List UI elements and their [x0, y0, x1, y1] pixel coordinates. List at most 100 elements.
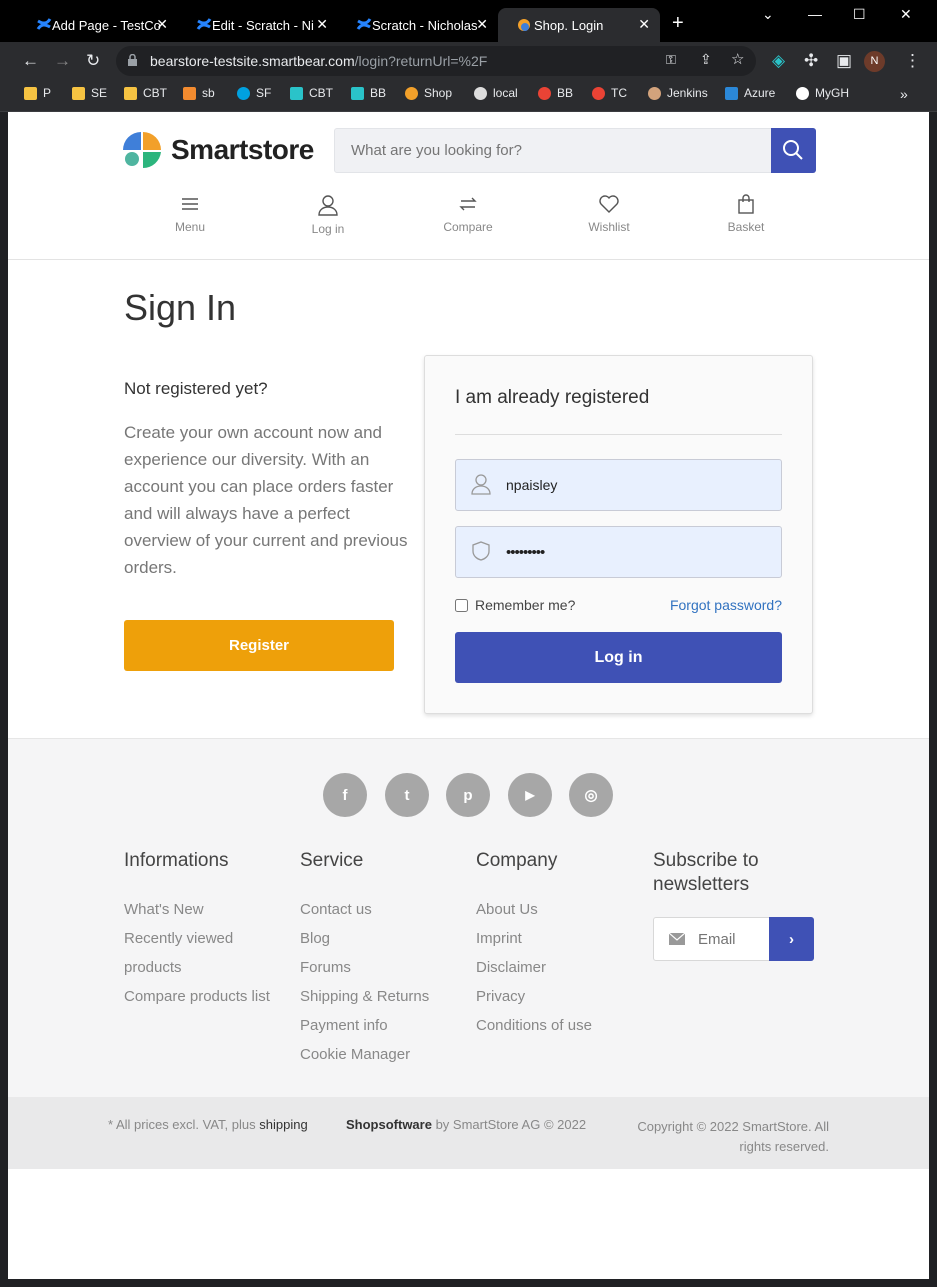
username-input[interactable]	[506, 460, 766, 510]
footer-link[interactable]: Disclaimer	[476, 953, 646, 982]
footer-link[interactable]: Shipping & Returns	[300, 982, 470, 1011]
lock-icon	[128, 54, 137, 66]
new-tab-icon[interactable]: +	[672, 12, 684, 35]
close-icon[interactable]: ✕	[156, 16, 168, 33]
footer-link[interactable]: What's New	[124, 895, 294, 924]
tab-edit-scratch[interactable]: Edit - Scratch - Ni ✕	[178, 8, 338, 42]
omnibox[interactable]: bearstore-testsite.smartbear.com/login?r…	[116, 46, 756, 76]
nav-compare[interactable]: Compare	[428, 194, 508, 234]
not-registered-text: Create your own account now and experien…	[124, 423, 408, 577]
nav-label: Basket	[727, 220, 765, 234]
star-icon[interactable]: ☆	[731, 50, 744, 68]
footer-link[interactable]: Payment info	[300, 1011, 470, 1040]
bookmark-item[interactable]: BB	[351, 86, 386, 100]
username-field	[455, 459, 782, 511]
logo[interactable]: Smartstore	[123, 132, 314, 168]
footer-col-service: Service Contact us Blog Forums Shipping …	[300, 849, 470, 1069]
more-bookmarks-icon[interactable]: »	[900, 86, 908, 102]
footer-link[interactable]: Forums	[300, 953, 470, 982]
bookmark-item[interactable]: Jenkins	[648, 86, 708, 100]
close-icon[interactable]: ✕	[638, 16, 650, 33]
twitter-icon[interactable]: t	[385, 773, 429, 817]
maximize-icon[interactable]: ☐	[853, 6, 866, 23]
google-icon	[592, 86, 605, 100]
footer-link[interactable]: Recently viewed products	[124, 924, 249, 982]
share-icon[interactable]: ⇪	[700, 51, 712, 68]
tab-shop-login[interactable]: Shop. Login ✕	[498, 8, 660, 42]
forgot-password-link[interactable]: Forgot password?	[670, 597, 782, 613]
nav-login[interactable]: Log in	[288, 194, 368, 236]
search-input[interactable]	[335, 129, 772, 172]
footer-link[interactable]: Imprint	[476, 924, 646, 953]
search-button[interactable]	[771, 128, 816, 173]
pinterest-icon[interactable]: p	[446, 773, 490, 817]
nav-wishlist[interactable]: Wishlist	[569, 194, 649, 234]
remember-me-checkbox[interactable]	[455, 598, 468, 612]
tab-scratch[interactable]: Scratch - Nicholas ✕	[338, 8, 498, 42]
forward-icon[interactable]: →	[54, 51, 71, 71]
profile-avatar[interactable]: N	[864, 51, 885, 72]
login-button[interactable]: Log in	[455, 632, 782, 683]
bookmark-item[interactable]: CBT	[290, 86, 333, 100]
bookmark-item[interactable]: Shop	[405, 86, 452, 100]
key-icon[interactable]: ⚿	[666, 52, 676, 68]
bookmark-item[interactable]: P	[24, 86, 51, 100]
remember-me[interactable]: Remember me?	[455, 597, 575, 613]
url-text: bearstore-testsite.smartbear.com/login?r…	[150, 53, 487, 69]
tab-search-icon[interactable]: ⌄	[762, 6, 774, 23]
bookmark-item[interactable]: SE	[72, 86, 107, 100]
reload-icon[interactable]: ↻	[86, 51, 100, 71]
minimize-icon[interactable]: —	[808, 6, 822, 22]
footer-link[interactable]: Compare products list	[124, 982, 294, 1011]
close-window-icon[interactable]: ✕	[900, 6, 912, 23]
footer-link[interactable]: Contact us	[300, 895, 470, 924]
nav-menu[interactable]: Menu	[150, 194, 230, 234]
github-icon	[796, 86, 809, 100]
chevron-right-icon: ›	[789, 930, 794, 948]
shopsoftware-link[interactable]: Shopsoftware	[346, 1117, 432, 1132]
footer-link[interactable]: Blog	[300, 924, 470, 953]
folder-icon	[24, 86, 37, 100]
confluence-icon	[196, 18, 212, 30]
password-field	[455, 526, 782, 578]
instagram-icon[interactable]: ◎	[569, 773, 613, 817]
bookmark-item[interactable]: TC	[592, 86, 627, 100]
bookmark-item[interactable]: MyGH	[796, 86, 849, 100]
tab-add-page[interactable]: Add Page - TestCo ✕	[18, 8, 178, 42]
puzzle-icon[interactable]: ✣	[804, 51, 818, 71]
bookmark-item[interactable]: local	[474, 86, 518, 100]
logo-text: Smartstore	[171, 134, 314, 165]
footer-link[interactable]: About Us	[476, 895, 646, 924]
user-icon	[318, 195, 338, 216]
facebook-icon[interactable]: f	[323, 773, 367, 817]
bookmark-item[interactable]: Azure	[725, 86, 775, 100]
shipping-link[interactable]: shipping	[259, 1117, 307, 1132]
footer-link[interactable]: Conditions of use	[476, 1011, 646, 1040]
back-icon[interactable]: ←	[22, 51, 39, 71]
extension-icon[interactable]: ◈	[772, 51, 785, 71]
password-input[interactable]	[506, 527, 766, 577]
bookmark-label: Jenkins	[667, 86, 708, 100]
menu-dots-icon[interactable]: ⋮	[904, 51, 921, 71]
envelope-icon	[669, 933, 685, 945]
bookmark-item[interactable]: CBT	[124, 86, 167, 100]
footer-link[interactable]: Cookie Manager	[300, 1040, 470, 1069]
bookmark-label: BB	[557, 86, 574, 100]
bookmark-item[interactable]: sb	[183, 86, 215, 100]
newsletter-email-input[interactable]	[698, 918, 770, 960]
close-icon[interactable]: ✕	[316, 16, 328, 33]
bookmark-item[interactable]: SF	[237, 86, 271, 100]
browser-tabstrip: Add Page - TestCo ✕ Edit - Scratch - Ni …	[0, 0, 937, 42]
close-icon[interactable]: ✕	[476, 16, 488, 33]
youtube-icon[interactable]: ▶	[508, 773, 552, 817]
bookmark-label: SE	[91, 86, 108, 100]
footer-link[interactable]: Privacy	[476, 982, 646, 1011]
bookmark-item[interactable]: BB	[538, 86, 573, 100]
register-button[interactable]: Register	[124, 620, 394, 671]
sidepanel-icon[interactable]: ▣	[836, 51, 852, 71]
login-card: I am already registered Remember me? For…	[424, 355, 813, 714]
nav-basket[interactable]: Basket	[706, 194, 786, 234]
prices-note: * All prices excl. VAT, plus shipping	[108, 1117, 308, 1132]
newsletter-submit-button[interactable]: ›	[769, 917, 814, 961]
jenkins-icon	[648, 86, 661, 100]
